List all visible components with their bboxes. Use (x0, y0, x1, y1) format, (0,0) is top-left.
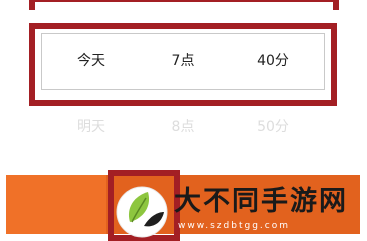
frame-top-edge (29, 0, 339, 2)
day-wheel-selected[interactable]: 今天 (51, 46, 131, 76)
picker-row-next[interactable]: 明天 8点 50分 (0, 112, 367, 142)
time-picker[interactable]: 今天 7点 40分 明天 8点 50分 (0, 0, 367, 160)
watermark-title: 大不同手游网 (174, 186, 348, 217)
leaf-logo-icon (116, 186, 168, 238)
picker-row-selected[interactable]: 今天 7点 40分 (0, 46, 367, 76)
watermark-url: www.szdbtgg.com (178, 221, 290, 231)
hour-wheel-option[interactable]: 8点 (143, 112, 223, 142)
day-wheel-option[interactable]: 明天 (51, 112, 131, 142)
site-watermark: 大不同手游网 www.szdbtgg.com (114, 182, 359, 239)
frame-left-edge (29, 0, 35, 10)
hour-wheel-selected[interactable]: 7点 (143, 46, 223, 76)
frame-right-edge (333, 0, 339, 10)
minute-wheel-selected[interactable]: 40分 (233, 46, 313, 76)
minute-wheel-option[interactable]: 50分 (233, 112, 313, 142)
